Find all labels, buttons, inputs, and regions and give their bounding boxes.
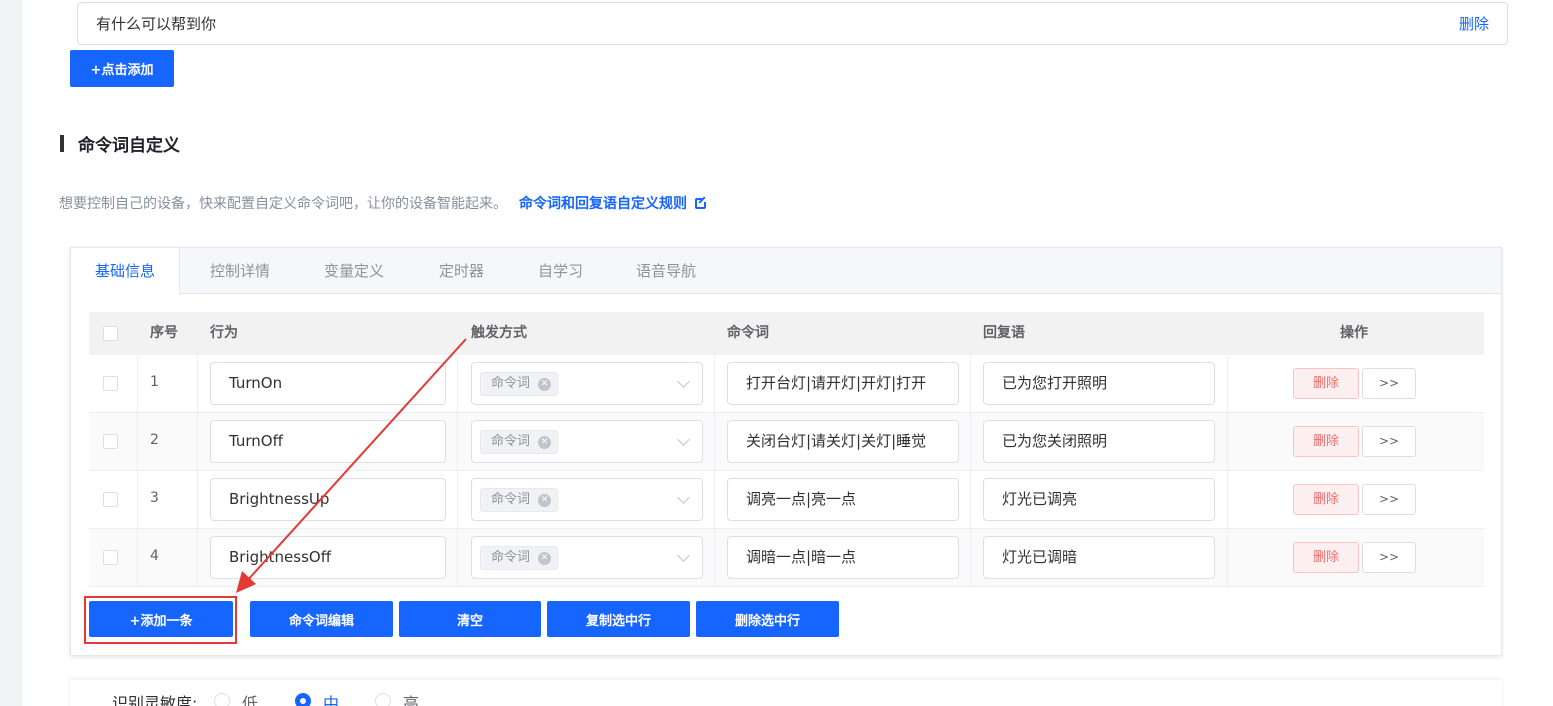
action-input[interactable]: TurnOff	[210, 420, 446, 463]
command-input[interactable]: 调亮一点|亮一点	[727, 478, 959, 521]
row-checkbox[interactable]	[103, 550, 118, 565]
table-header: 序号 行为 触发方式 命令词 回复语 操作	[89, 312, 1484, 355]
reply-input[interactable]: 已为您打开照明	[983, 362, 1215, 405]
clear-button[interactable]: 清空	[399, 601, 541, 637]
table-row: 2 TurnOff 命令词 ✕ 关闭台灯|请关灯|关灯|睡觉 已为您关闭照明 删除…	[89, 413, 1484, 471]
row-more-button[interactable]: >>	[1362, 426, 1416, 457]
tab-basic-info[interactable]: 基础信息	[71, 248, 181, 295]
sensitivity-radio-medium[interactable]	[295, 693, 311, 706]
tab-voice-navigation[interactable]: 语音导航	[636, 248, 696, 294]
delete-selected-button[interactable]: 删除选中行	[696, 601, 839, 637]
command-card: 基础信息 控制详情 变量定义 定时器 自学习 语音导航 序号 行为 触发方式 命…	[70, 247, 1502, 656]
tab-bar: 基础信息 控制详情 变量定义 定时器 自学习 语音导航	[71, 248, 1501, 295]
trigger-select[interactable]: 命令词 ✕	[471, 362, 703, 405]
reply-input[interactable]: 灯光已调亮	[983, 478, 1215, 521]
row-delete-button[interactable]: 删除	[1293, 426, 1359, 457]
section-header: 命令词自定义	[60, 131, 180, 156]
trigger-tag-label: 命令词	[491, 492, 531, 507]
description-text: 想要控制自己的设备，快来配置自定义命令词吧，让你的设备智能起来。	[59, 196, 507, 212]
select-all-checkbox[interactable]	[103, 326, 118, 341]
table-row: 1 TurnOn 命令词 ✕ 打开台灯|请开灯|开灯|打开 已为您打开照明 删除 …	[89, 355, 1484, 413]
edit-commands-button[interactable]: 命令词编辑	[250, 601, 393, 637]
trigger-tag: 命令词 ✕	[480, 546, 559, 570]
sensitivity-radio-high[interactable]	[375, 693, 391, 706]
highlight-box	[84, 596, 237, 644]
chevron-down-icon	[677, 491, 690, 504]
chevron-down-icon	[677, 549, 690, 562]
chevron-down-icon	[677, 375, 690, 388]
tag-close-icon[interactable]: ✕	[538, 493, 552, 507]
header-reply: 回复语	[983, 325, 1025, 341]
row-index: 2	[150, 432, 159, 448]
trigger-tag-label: 命令词	[491, 376, 531, 391]
table-row: 3 BrightnessUp 命令词 ✕ 调亮一点|亮一点 灯光已调亮 删除 >>	[89, 471, 1484, 529]
trigger-select[interactable]: 命令词 ✕	[471, 478, 703, 521]
faq-question: 有什么可以帮到你	[96, 15, 217, 33]
header-index: 序号	[150, 325, 178, 341]
header-command: 命令词	[727, 325, 769, 341]
copy-selected-button[interactable]: 复制选中行	[547, 601, 690, 637]
row-delete-button[interactable]: 删除	[1293, 542, 1359, 573]
reply-input[interactable]: 灯光已调暗	[983, 536, 1215, 579]
header-ops: 操作	[1340, 325, 1368, 341]
reply-input[interactable]: 已为您关闭照明	[983, 420, 1215, 463]
tag-close-icon[interactable]: ✕	[538, 551, 552, 565]
section-bar-icon	[60, 135, 64, 152]
header-trigger: 触发方式	[471, 325, 527, 341]
trigger-select[interactable]: 命令词 ✕	[471, 420, 703, 463]
section-title: 命令词自定义	[78, 136, 180, 156]
row-more-button[interactable]: >>	[1362, 542, 1416, 573]
trigger-tag: 命令词 ✕	[480, 488, 559, 512]
trigger-select[interactable]: 命令词 ✕	[471, 536, 703, 579]
table-row: 4 BrightnessOff 命令词 ✕ 调暗一点|暗一点 灯光已调暗 删除 >…	[89, 529, 1484, 587]
rules-link[interactable]: 命令词和回复语自定义规则	[519, 193, 708, 213]
row-more-button[interactable]: >>	[1362, 484, 1416, 515]
faq-item: 有什么可以帮到你 删除	[77, 2, 1508, 45]
section-description: 想要控制自己的设备，快来配置自定义命令词吧，让你的设备智能起来。 命令词和回复语…	[59, 193, 708, 213]
sensitivity-low-label: 低	[242, 694, 259, 706]
row-checkbox[interactable]	[103, 376, 118, 391]
tab-self-learning[interactable]: 自学习	[538, 248, 583, 294]
command-input[interactable]: 打开台灯|请开灯|开灯|打开	[727, 362, 959, 405]
tab-variable-definition[interactable]: 变量定义	[324, 248, 384, 294]
row-checkbox[interactable]	[103, 492, 118, 507]
sensitivity-radio-low[interactable]	[214, 693, 230, 706]
action-input[interactable]: BrightnessUp	[210, 478, 446, 521]
action-input[interactable]: BrightnessOff	[210, 536, 446, 579]
left-sidebar-edge	[0, 0, 22, 706]
sensitivity-setting: 识别灵敏度: 低 中 高	[70, 680, 1502, 706]
sensitivity-high-label: 高	[403, 694, 420, 706]
external-link-icon	[695, 195, 708, 209]
trigger-tag-label: 命令词	[491, 550, 531, 565]
row-delete-button[interactable]: 删除	[1293, 484, 1359, 515]
header-action: 行为	[210, 325, 238, 341]
row-more-button[interactable]: >>	[1362, 368, 1416, 399]
tab-control-details[interactable]: 控制详情	[210, 248, 270, 294]
trigger-tag: 命令词 ✕	[480, 372, 559, 396]
row-index: 1	[150, 374, 159, 390]
tag-close-icon[interactable]: ✕	[538, 377, 552, 391]
row-checkbox[interactable]	[103, 434, 118, 449]
rules-link-label: 命令词和回复语自定义规则	[519, 196, 687, 212]
command-input[interactable]: 关闭台灯|请关灯|关灯|睡觉	[727, 420, 959, 463]
tag-close-icon[interactable]: ✕	[538, 435, 552, 449]
faq-delete-link[interactable]: 删除	[1459, 13, 1489, 34]
action-input[interactable]: TurnOn	[210, 362, 446, 405]
trigger-tag-label: 命令词	[491, 434, 531, 449]
add-faq-button[interactable]: +点击添加	[70, 50, 174, 87]
row-index: 3	[150, 490, 159, 506]
trigger-tag: 命令词 ✕	[480, 430, 559, 454]
row-index: 4	[150, 548, 159, 564]
sensitivity-medium-label: 中	[323, 694, 340, 706]
chevron-down-icon	[677, 433, 690, 446]
tab-timer[interactable]: 定时器	[439, 248, 484, 294]
row-delete-button[interactable]: 删除	[1293, 368, 1359, 399]
sensitivity-label: 识别灵敏度:	[112, 694, 198, 706]
command-input[interactable]: 调暗一点|暗一点	[727, 536, 959, 579]
